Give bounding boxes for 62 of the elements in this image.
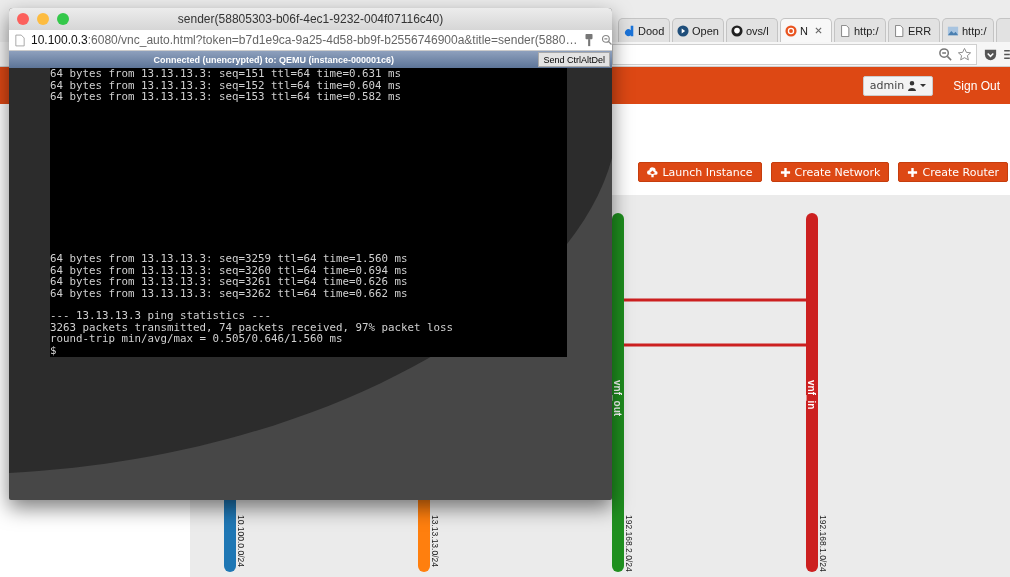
browser-tab[interactable]: Open — [672, 18, 724, 42]
network-cidr: 10.100.0.0/24 — [236, 515, 246, 567]
plus-icon — [907, 166, 919, 178]
connection-status: Connected (unencrypted) to: QEMU (instance-000001c6) — [152, 54, 395, 65]
user-icon — [908, 80, 927, 91]
terminal-line: $ — [50, 344, 57, 356]
close-button[interactable] — [17, 13, 29, 25]
tab-title: http:/ — [962, 24, 987, 37]
tab-title: Open — [692, 24, 719, 37]
d-logo-icon — [623, 24, 635, 37]
cloud-upload-icon — [647, 166, 659, 178]
terminal-line: 64 bytes from 13.13.13.3: seq=3261 ttl=64 time=0.626 ms — [50, 276, 409, 288]
tab-title: N — [800, 24, 808, 37]
terminal-line: 64 bytes from 13.13.13.3: seq=3262 ttl=64 time=0.662 ms — [50, 287, 409, 299]
zoom-icon[interactable] — [601, 33, 612, 47]
terminal-line: 3263 packets transmitted, 74 packets received, 97% packet loss — [50, 321, 455, 333]
page-icon — [839, 24, 851, 37]
browser-tab[interactable]: http:/ — [834, 18, 886, 42]
ring-logo-icon — [785, 24, 797, 37]
terminal-line: 64 bytes from 13.13.13.3: seq=153 ttl=64 time=0.582 ms — [50, 91, 402, 103]
play-icon — [677, 24, 689, 37]
network-bar[interactable] — [806, 213, 818, 572]
terminal-line: 64 bytes from 13.13.13.3: seq=3260 ttl=64 time=0.694 ms — [50, 264, 409, 276]
star-icon[interactable] — [957, 46, 972, 62]
cat-logo-icon — [731, 24, 743, 37]
page-icon — [15, 33, 25, 47]
network-name: vnf_out — [612, 380, 623, 417]
sign-out-link[interactable]: Sign Out — [953, 78, 1000, 93]
tab-title: ERR — [908, 24, 932, 37]
network-name: vnf_in — [806, 380, 817, 410]
send-ctrl-alt-del-button[interactable]: Send CtrlAltDel — [538, 52, 610, 67]
browser-tab[interactable]: http:/ — [942, 18, 994, 42]
tab-title: Dood — [638, 24, 665, 37]
address-field[interactable] — [612, 43, 977, 65]
action-button[interactable]: Create Network — [770, 162, 890, 182]
tab-title: http:/ — [854, 24, 879, 37]
url-text: 10.100.0.3:6080/vnc_auto.html?token=b7d1e9ca-9a25-4d58-bb9f-b2556746900a&title=sender(5880… — [31, 33, 578, 47]
network-cidr: 13.13.13.0/24 — [430, 515, 440, 567]
close-icon[interactable] — [814, 27, 822, 34]
key-icon[interactable] — [583, 33, 596, 47]
terminal-line: 64 bytes from 13.13.13.3: seq=3259 ttl=64 time=1.560 ms — [50, 253, 409, 265]
tab-title: ovs/l — [746, 24, 769, 37]
browser-tab[interactable]: ERR — [888, 18, 940, 42]
window-title: sender(58805303-b06f-4ec1-9232-004f07116c40) — [176, 12, 445, 26]
user-menu-button[interactable]: admin — [862, 75, 934, 96]
terminal-line: 64 bytes from 13.13.13.3: seq=151 ttl=64 time=0.631 ms — [50, 68, 402, 80]
network-bar[interactable] — [612, 213, 624, 572]
browser-tab[interactable]: ovs/l — [726, 18, 778, 42]
zoom-button[interactable] — [57, 13, 69, 25]
terminal-line: --- 13.13.13.3 ping statistics --- — [50, 310, 272, 322]
page-icon — [893, 24, 905, 37]
browser-tab[interactable]: Dood — [618, 18, 670, 42]
terminal-line: 64 bytes from 13.13.13.3: seq=152 ttl=64 time=0.604 ms — [50, 79, 402, 91]
action-button[interactable]: Create Router — [898, 162, 1008, 182]
network-cidr: 192.168.1.0/24 — [818, 515, 828, 572]
plus-icon — [779, 166, 791, 178]
zoom-icon[interactable] — [938, 46, 953, 62]
action-button[interactable]: Launch Instance — [638, 162, 762, 182]
browser-tab[interactable]: N — [780, 18, 832, 42]
terminal-line: round-trip min/avg/max = 0.505/0.646/1.560 ms — [50, 333, 344, 345]
network-cidr: 192.168.2.0/24 — [624, 515, 634, 572]
image-icon — [947, 24, 959, 37]
